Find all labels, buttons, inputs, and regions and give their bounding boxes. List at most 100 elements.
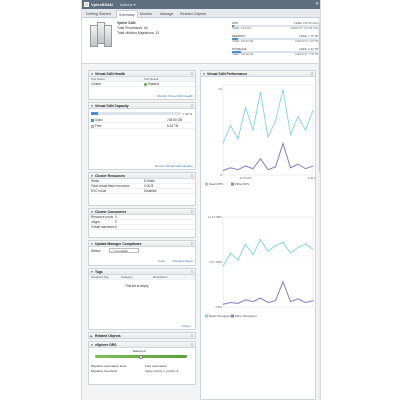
scrollbar[interactable] [318, 18, 320, 400]
status-label: Status [91, 249, 101, 253]
scan-link[interactable]: Scan [158, 259, 165, 263]
table-row: EVC mode Disabled [89, 189, 195, 194]
cluster-resources-panel: ▼ Cluster Resources ☰ Hosts 8 Hosts Total v… [88, 172, 196, 206]
data-point [297, 298, 299, 300]
collapse-icon[interactable]: ▼ [203, 72, 206, 76]
legend-label: Read IOPS [209, 182, 223, 186]
panel-menu-icon[interactable]: ☰ [191, 72, 194, 76]
data-point [252, 254, 254, 256]
y-tick-label: 0 [220, 173, 222, 177]
scroll-thumb[interactable] [318, 22, 320, 172]
collapse-icon[interactable]: ▼ [91, 343, 94, 347]
data-point [245, 165, 246, 167]
y-tick-label: 0 B/s [216, 305, 223, 309]
data-point [230, 302, 231, 303]
data-point [290, 167, 291, 169]
data-point [245, 299, 246, 301]
panel-menu-icon[interactable]: ☰ [311, 72, 314, 76]
data-point [305, 168, 306, 170]
summary-header: Vplexr SAN Total Processors: 64 Total vM… [82, 18, 320, 64]
status-value: ✔ Compliant [109, 248, 139, 253]
data-point [312, 165, 314, 167]
close-icon[interactable]: ✕ [315, 1, 319, 7]
collapse-icon[interactable]: ▼ [91, 174, 94, 178]
free-row: Free 6.34 TB [89, 124, 195, 129]
plot-area [222, 84, 314, 176]
panel-menu-icon[interactable]: ☰ [191, 174, 194, 178]
server-rack-icon [90, 22, 112, 48]
collapse-icon[interactable]: ▼ [91, 210, 94, 214]
passed-icon [144, 82, 147, 86]
tab-manage[interactable]: Manage [158, 10, 175, 18]
panel-menu-icon[interactable]: ☰ [191, 242, 194, 246]
drs-knob [139, 354, 143, 359]
data-point [305, 243, 306, 245]
data-point [267, 136, 269, 138]
data-point [275, 120, 276, 122]
drs-panel: ▼ vSphere DRS ☰ Balanced Migration automat… [88, 341, 196, 385]
data-point [267, 169, 269, 170]
vsan-capacity-panel: ▼ Virtual SAN Capacity ☰ 7.33 % Used 748.80… [88, 102, 196, 170]
panel-menu-icon[interactable]: ☰ [191, 210, 194, 214]
legend-label: Write IOPS [235, 182, 249, 186]
collapse-icon[interactable]: ▼ [91, 270, 94, 274]
legend-label: Write Throughput [235, 314, 257, 318]
monitor-capacity-link[interactable]: Monitor Virtual SAN capacity [155, 164, 193, 168]
data-point [260, 239, 261, 240]
table-row[interactable]: Cluster Passed [89, 82, 195, 87]
memory-meter: MEMORY FREE: 1.75 TB USED: 134.57 GB CAP… [232, 34, 318, 44]
throughput-chart: 11.47 MB/s 3.47 MB/s 0 B/s Read Throughput W… [205, 215, 314, 318]
table-row[interactable]: Virtual machines 5 [89, 225, 195, 230]
data-point [237, 259, 239, 261]
data-point [222, 143, 224, 144]
vsphere-client-window: VplexSSAN Actions ▾ ✕ Getting Started Su… [81, 0, 321, 400]
data-point [267, 250, 269, 252]
empty-message: This list is empty. [125, 284, 150, 288]
data-point [245, 107, 246, 108]
expand-icon[interactable]: ▶ [91, 334, 93, 338]
tab-getting-started[interactable]: Getting Started [84, 10, 113, 18]
data-point [237, 138, 239, 140]
panel-menu-icon[interactable]: ☰ [191, 334, 194, 338]
data-point [252, 129, 254, 131]
legend-label: Read Throughput [209, 314, 231, 318]
panel-menu-icon[interactable]: ☰ [191, 343, 194, 347]
title-bar: VplexSSAN Actions ▾ ✕ [82, 0, 320, 9]
monitor-health-link[interactable]: Monitor Virtual SAN Health [157, 94, 193, 98]
data-point [275, 300, 276, 302]
data-point [290, 252, 291, 254]
data-point [290, 301, 291, 302]
cpu-meter: CPU FREE: 215.26 GHz USED: 3.45 GHz CAPA… [232, 21, 318, 31]
y-tick-label: 3.47 MB/s [209, 260, 222, 264]
data-point [282, 281, 284, 283]
cluster-consumers-panel: ▼ Cluster Consumers ☰ Resource pools 0 vApp… [88, 208, 196, 238]
data-point [260, 91, 261, 93]
iops-chart: 0 3.5 12:15 PM 2:30 PM Read IOPS Write IOPS [205, 84, 315, 186]
resource-meters: CPU FREE: 215.26 GHz USED: 3.45 GHz CAPA… [232, 21, 318, 56]
collapse-icon[interactable]: ▼ [91, 72, 94, 76]
data-point [297, 247, 299, 248]
detailed-status-link[interactable]: Detailed Status [173, 259, 193, 263]
tab-bar: Getting Started Summary Monitor Manage R… [82, 9, 320, 19]
data-point [230, 125, 231, 126]
assign-link[interactable]: Assign... [181, 324, 193, 328]
vsan-health-panel: ▼ Virtual SAN Health ☰ Test Name Test Resul… [88, 70, 196, 100]
data-point [282, 241, 284, 243]
free-swatch [91, 124, 94, 128]
collapse-icon[interactable]: ▼ [91, 104, 94, 108]
drs-balanced-label: Balanced [133, 349, 146, 353]
x-tick-label: 12:15 PM [240, 176, 253, 180]
collapse-icon[interactable]: ▼ [91, 242, 94, 246]
data-point [260, 158, 261, 160]
y-tick-label: 3.5 [218, 87, 222, 91]
actions-menu[interactable]: Actions ▾ [120, 2, 135, 7]
cluster-icon [84, 2, 89, 7]
tab-related-objects[interactable]: Related Objects [178, 10, 208, 18]
table-header: Assigned Tag Category Description [89, 275, 195, 280]
panel-menu-icon[interactable]: ☰ [191, 104, 194, 108]
panel-menu-icon[interactable]: ☰ [191, 270, 194, 274]
data-point [230, 167, 231, 169]
tab-monitor[interactable]: Monitor [138, 10, 154, 18]
data-point [237, 303, 239, 304]
legend-swatch [205, 314, 208, 318]
